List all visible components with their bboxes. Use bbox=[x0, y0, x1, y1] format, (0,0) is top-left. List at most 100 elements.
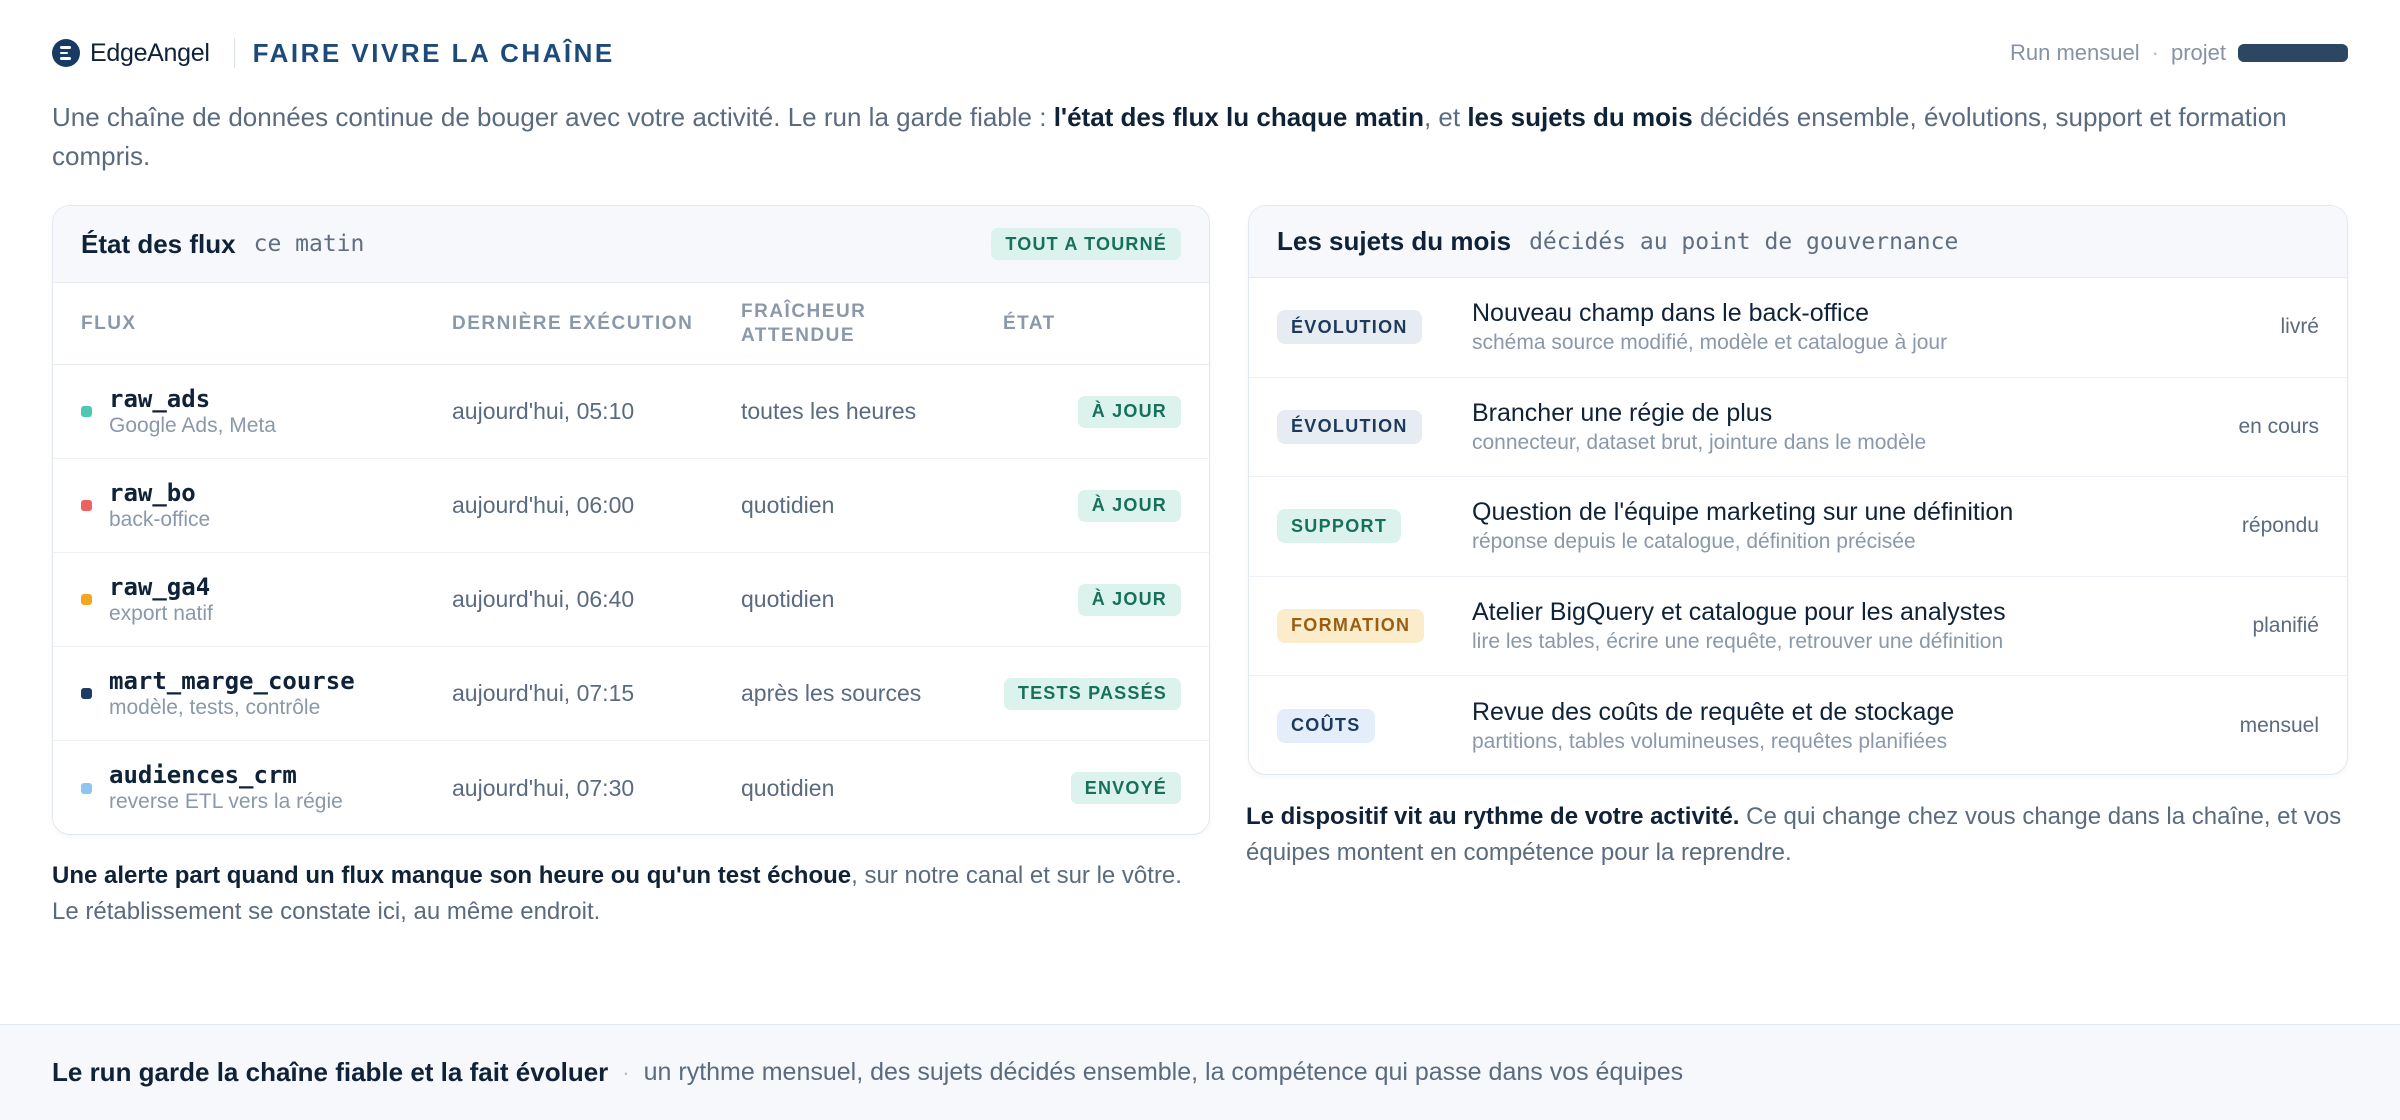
footer: Le run garde la chaîne fiable et la fait… bbox=[0, 1024, 2400, 1120]
column-header-last-run[interactable]: DERNIÈRE EXÉCUTION bbox=[452, 313, 741, 335]
topic-description: connecteur, dataset brut, jointure dans … bbox=[1472, 430, 1927, 454]
logo-text: EdgeAngel bbox=[90, 38, 210, 67]
table-row[interactable]: audiences_crm reverse ETL vers la régie au… bbox=[53, 741, 1209, 834]
column-header-freshness[interactable]: FRAÎCHEUR ATTENDUE bbox=[741, 300, 1003, 348]
topics-note-emphasis: Le dispositif vit au rythme de votre act… bbox=[1246, 803, 1740, 830]
flux-info: raw_bo back-office bbox=[109, 479, 210, 533]
flux-alert-note: Une alerte part quand un flux manque son… bbox=[52, 858, 1212, 930]
flux-color-dot bbox=[81, 594, 92, 605]
topics-card-subtitle: décidés au point de gouvernance bbox=[1529, 228, 1959, 255]
flux-color-dot bbox=[81, 782, 92, 794]
topics-card-title: Les sujets du mois bbox=[1277, 226, 1512, 256]
table-row[interactable]: raw_bo back-office aujourd'hui, 06:00 quoti… bbox=[53, 459, 1209, 553]
topic-status: mensuel bbox=[2239, 713, 2319, 737]
topic-tag: ÉVOLUTION bbox=[1277, 310, 1422, 345]
topic-description: partitions, tables volumineuses, requête… bbox=[1472, 729, 1948, 753]
project-redacted-pill bbox=[2238, 44, 2348, 62]
topic-text: Revue des coûts de requête et de stockag… bbox=[1472, 696, 2240, 756]
topic-title: Revue des coûts de requête et de stockag… bbox=[1472, 697, 1955, 726]
run-label: Run mensuel bbox=[2009, 40, 2140, 65]
overall-status-badge: TOUT A TOURNÉ bbox=[991, 228, 1181, 260]
header: EdgeAngel FAIRE VIVRE LA CHAÎNE Run mens… bbox=[52, 30, 2348, 76]
state-cell: TESTS PASSÉS bbox=[1003, 677, 1181, 710]
header-meta: Run mensuel · projet bbox=[2010, 40, 2348, 66]
topic-tag-wrap: FORMATION bbox=[1277, 608, 1472, 643]
status-badge: À JOUR bbox=[1077, 395, 1181, 428]
table-row[interactable]: raw_ga4 export natif aujourd'hui, 06:40 quo… bbox=[53, 553, 1209, 647]
flux-info: raw_ga4 export natif bbox=[109, 573, 213, 627]
flux-card-header: État des flux ce matin TOUT A TOURNÉ bbox=[53, 206, 1209, 283]
flux-cell: audiences_crm reverse ETL vers la régie bbox=[81, 761, 452, 815]
flux-description: modèle, tests, contrôle bbox=[109, 695, 321, 719]
column-header-flux[interactable]: FLUX bbox=[81, 313, 452, 335]
flux-table-body: raw_ads Google Ads, Meta aujourd'hui, 05:1… bbox=[53, 365, 1209, 834]
topic-text: Nouveau champ dans le back-office schéma … bbox=[1472, 297, 2280, 357]
flux-name: audiences_crm bbox=[109, 761, 297, 789]
topic-description: lire les tables, écrire une requête, ret… bbox=[1472, 629, 2004, 653]
edgeangel-logo-icon bbox=[52, 39, 80, 67]
topic-status: en cours bbox=[2238, 414, 2319, 438]
flux-color-dot bbox=[81, 500, 92, 511]
flux-card-title: État des flux bbox=[81, 228, 236, 259]
topic-title: Atelier BigQuery et catalogue pour les a… bbox=[1472, 597, 2006, 626]
last-run-cell: aujourd'hui, 06:40 bbox=[452, 586, 635, 612]
flux-cell: raw_ads Google Ads, Meta bbox=[81, 385, 452, 439]
list-item[interactable]: ÉVOLUTION Brancher une régie de plus conne… bbox=[1249, 378, 2347, 477]
freshness-cell: quotidien bbox=[741, 492, 835, 518]
header-divider bbox=[233, 38, 235, 68]
project-label: projet bbox=[2170, 40, 2226, 65]
topic-status: planifié bbox=[2252, 613, 2319, 637]
freshness-cell: quotidien bbox=[741, 774, 835, 801]
flux-color-dot bbox=[81, 688, 92, 699]
flux-description: back-office bbox=[109, 507, 211, 531]
list-item[interactable]: ÉVOLUTION Nouveau champ dans le back-offi… bbox=[1249, 278, 2347, 378]
topics-rhythm-note: Le dispositif vit au rythme de votre act… bbox=[1246, 799, 2356, 871]
footer-separator: · bbox=[622, 1059, 630, 1085]
topics-card-header: Les sujets du mois décidés au point de g… bbox=[1249, 206, 2347, 278]
state-cell: À JOUR bbox=[1003, 489, 1181, 522]
table-row[interactable]: mart_marge_course modèle, tests, contrôle… bbox=[53, 647, 1209, 741]
flux-name: mart_marge_course bbox=[109, 666, 355, 695]
list-item[interactable]: COÛTS Revue des coûts de requête et de st… bbox=[1249, 676, 2347, 774]
topic-text: Brancher une régie de plus connecteur, da… bbox=[1472, 397, 2238, 457]
footer-title: Le run garde la chaîne fiable et la fait… bbox=[52, 1057, 609, 1087]
topic-text: Atelier BigQuery et catalogue pour les a… bbox=[1472, 596, 2252, 656]
topic-tag: FORMATION bbox=[1277, 608, 1425, 643]
column-header-state[interactable]: ÉTAT bbox=[1003, 313, 1181, 335]
flux-description: Google Ads, Meta bbox=[109, 413, 276, 437]
logo[interactable]: EdgeAngel bbox=[52, 39, 210, 68]
topic-description: réponse depuis le catalogue, définition … bbox=[1472, 530, 1916, 554]
status-badge: À JOUR bbox=[1077, 583, 1181, 616]
flux-cell: raw_bo back-office bbox=[81, 479, 452, 533]
status-badge: À JOUR bbox=[1077, 489, 1181, 522]
state-cell: À JOUR bbox=[1003, 395, 1181, 428]
flux-table-header: FLUX DERNIÈRE EXÉCUTION FRAÎCHEUR ATTEND… bbox=[53, 283, 1209, 365]
freshness-cell: toutes les heures bbox=[741, 398, 917, 424]
topic-title: Question de l'équipe marketing sur une d… bbox=[1472, 498, 2014, 527]
flux-cell: raw_ga4 export natif bbox=[81, 573, 452, 627]
topic-status: répondu bbox=[2241, 514, 2319, 538]
topic-description: schéma source modifié, modèle et catalog… bbox=[1472, 331, 1948, 355]
table-row[interactable]: raw_ads Google Ads, Meta aujourd'hui, 05:1… bbox=[53, 365, 1209, 459]
freshness-cell: après les sources bbox=[741, 680, 922, 706]
topic-tag: COÛTS bbox=[1277, 708, 1375, 743]
flux-info: audiences_crm reverse ETL vers la régie bbox=[109, 761, 343, 815]
topic-tag: ÉVOLUTION bbox=[1277, 409, 1422, 444]
last-run-cell: aujourd'hui, 05:10 bbox=[452, 398, 635, 424]
flux-cell: mart_marge_course modèle, tests, contrôle bbox=[81, 667, 452, 721]
flux-note-emphasis: Une alerte part quand un flux manque son… bbox=[52, 862, 852, 889]
topics-list: ÉVOLUTION Nouveau champ dans le back-offi… bbox=[1249, 278, 2347, 774]
freshness-cell: quotidien bbox=[741, 586, 835, 612]
flux-name: raw_ga4 bbox=[109, 572, 211, 601]
flux-info: mart_marge_course modèle, tests, contrôle bbox=[109, 667, 355, 721]
intro-part: Une chaîne de données continue de bouger… bbox=[52, 102, 1054, 132]
list-item[interactable]: SUPPORT Question de l'équipe marketing su… bbox=[1249, 477, 2347, 577]
list-item[interactable]: FORMATION Atelier BigQuery et catalogue p… bbox=[1249, 577, 2347, 676]
topic-tag-wrap: SUPPORT bbox=[1277, 509, 1472, 544]
flux-card-subtitle: ce matin bbox=[253, 231, 365, 257]
flux-color-dot bbox=[81, 406, 92, 417]
topic-text: Question de l'équipe marketing sur une d… bbox=[1472, 496, 2242, 556]
last-run-cell: aujourd'hui, 06:00 bbox=[452, 492, 635, 518]
flux-name: raw_bo bbox=[109, 478, 196, 507]
flux-name: raw_ads bbox=[109, 384, 211, 413]
